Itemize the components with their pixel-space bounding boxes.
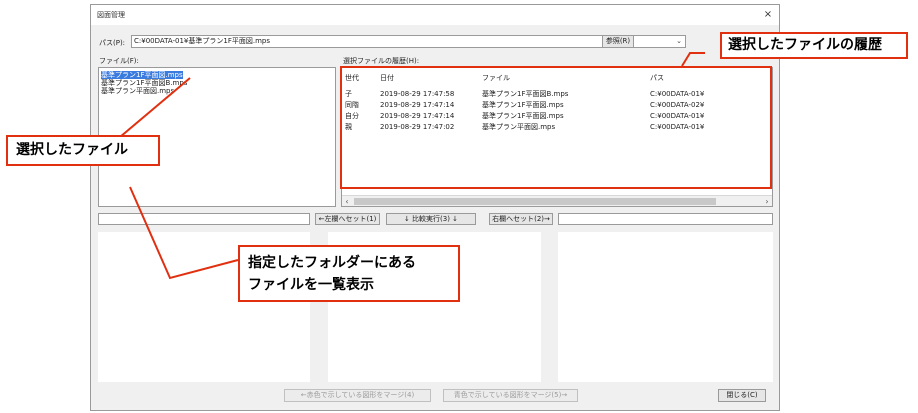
history-highlight-box [340,66,772,189]
callout-folder-line2: ファイルを一覧表示 [248,277,374,293]
callout-folder-line1: 指定したフォルダーにある [248,255,416,271]
file-list-label: ファイル(F): [99,57,139,65]
title-bar: 図面管理 × [91,5,779,25]
callout-folder-list: 指定したフォルダーにある ファイルを一覧表示 [238,245,460,302]
scrollbar-thumb[interactable] [354,198,716,205]
set-right-button[interactable]: 右欄へセット(2)→ [489,213,553,225]
list-item[interactable]: 基準プラン1F平面図.mps [101,71,183,79]
chevron-down-icon[interactable]: ⌄ [674,36,684,47]
history-label: 選択ファイルの履歴(H): [343,57,420,65]
scroll-left-icon[interactable]: ‹ [342,196,352,207]
left-compare-field [98,213,310,225]
path-value: C:¥00DATA-01¥基準プラン1F平面図.mps [134,37,270,45]
merge-red-button[interactable]: ←赤色で示している図形をマージ(4) [284,389,431,402]
list-item[interactable]: 基準プラン平面図.mps [101,87,174,95]
callout-selected-file: 選択したファイル [6,135,160,166]
callout-history: 選択したファイルの履歴 [720,32,908,59]
merge-blue-button[interactable]: 青色で示している図形をマージ(5)→ [443,389,578,402]
window-title: 図面管理 [97,11,125,19]
close-icon[interactable]: × [761,8,775,21]
close-button[interactable]: 閉じる(C) [718,389,766,402]
scroll-right-icon[interactable]: › [762,196,772,207]
set-left-button[interactable]: ←左欄へセット(1) [315,213,380,225]
horizontal-scrollbar[interactable]: ‹ › [342,195,772,206]
right-preview-pane [558,232,773,382]
path-label: パス(P): [99,39,126,47]
run-compare-button[interactable]: ↓ 比較実行(3) ↓ [386,213,476,225]
right-compare-field [558,213,773,225]
list-item[interactable]: 基準プラン1F平面図B.mps [101,79,187,87]
browse-button[interactable]: 参照(R) [602,35,634,48]
